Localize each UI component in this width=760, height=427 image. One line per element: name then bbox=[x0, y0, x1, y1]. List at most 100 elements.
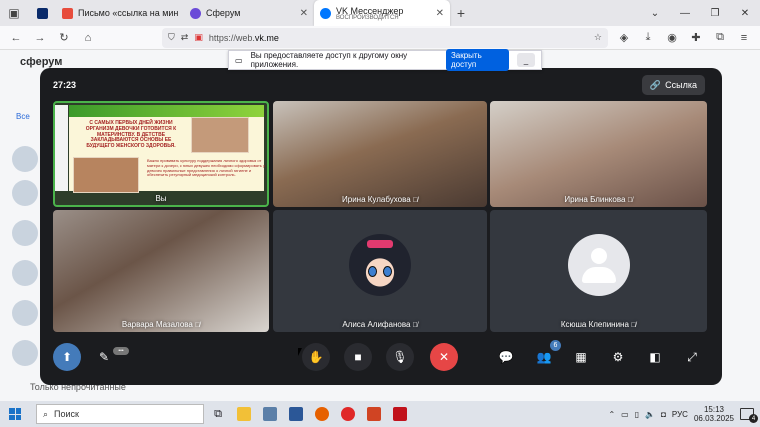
participant-tile-self[interactable]: С САМЫХ ПЕРВЫХ ДНЕЙ ЖИЗНИ ОРГАНИЗМ ДЕВОЧ… bbox=[53, 101, 269, 207]
microphone-button[interactable]: 🎙 bbox=[386, 343, 414, 371]
participant-tile[interactable]: Ксюша Клепинина 🎙̸ bbox=[490, 210, 707, 332]
pip-icon: ◧ bbox=[649, 350, 661, 364]
menu-hamburger-icon[interactable]: ≡ bbox=[734, 28, 754, 48]
url-prefix: https://web. bbox=[208, 32, 255, 43]
avatar-eye bbox=[383, 266, 392, 277]
chat-avatar[interactable] bbox=[12, 260, 38, 286]
forward-arrow-icon[interactable]: → bbox=[30, 28, 50, 48]
screen-share-button[interactable]: ⬆ bbox=[53, 343, 81, 371]
participant-tile[interactable]: Ирина Блинкова 🎙̸ bbox=[490, 101, 707, 207]
vk-favicon-icon bbox=[320, 7, 331, 19]
tab-overview-icon[interactable]: ▣ bbox=[0, 0, 28, 26]
word-icon[interactable] bbox=[284, 402, 308, 426]
slide-toolbar bbox=[55, 105, 68, 191]
screen: ▣ Письмо «ссылка на минутки б Сферум ✕ V… bbox=[0, 0, 760, 427]
tab-mail-title: Письмо «ссылка на минутки б bbox=[78, 8, 178, 18]
chat-avatar[interactable] bbox=[12, 340, 38, 366]
participant-tile[interactable]: Алиса Алифанова 🎙̸ bbox=[273, 210, 487, 332]
maximize-icon[interactable]: ❐ bbox=[700, 0, 730, 26]
chat-avatar[interactable] bbox=[12, 180, 38, 206]
remote-desktop-icon[interactable] bbox=[258, 402, 282, 426]
notifications-count: 4 bbox=[749, 414, 758, 423]
permissions-icon[interactable]: ⇄ bbox=[181, 32, 189, 43]
account-icon[interactable]: ◉ bbox=[662, 28, 682, 48]
mail-favicon-icon bbox=[62, 7, 73, 19]
tab-vk-messenger[interactable]: VK Мессенджер ВОСПРОИЗВОДИТСЯ ✕ bbox=[314, 0, 450, 26]
network-icon[interactable]: ▭ bbox=[621, 410, 629, 419]
camera-button[interactable]: ■ bbox=[344, 343, 372, 371]
clock-date: 06.03.2025 bbox=[693, 414, 734, 423]
download-icon[interactable]: ⤓ bbox=[638, 28, 658, 48]
settings-button[interactable]: ⚙ bbox=[604, 343, 632, 371]
url-text: https://web.vk.me bbox=[209, 33, 279, 43]
home-icon[interactable]: ⌂ bbox=[78, 28, 98, 48]
mic-off-icon: 🎙̸ bbox=[412, 197, 418, 204]
shield-icon[interactable]: ⛉ bbox=[168, 32, 175, 43]
battery-icon[interactable]: ▯ bbox=[635, 410, 639, 419]
participant-label: Ирина Кулабухова 🎙̸ bbox=[273, 195, 487, 204]
chat-avatar[interactable] bbox=[12, 300, 38, 326]
clock-time: 15:13 bbox=[703, 404, 724, 414]
tab-close-icon[interactable]: ✕ bbox=[436, 8, 444, 19]
participants-button[interactable]: 👥 6 bbox=[530, 340, 561, 371]
reload-icon[interactable]: ↻ bbox=[54, 28, 74, 48]
tab-close-icon[interactable]: ✕ bbox=[300, 8, 308, 19]
back-arrow-icon[interactable]: ← bbox=[6, 28, 26, 48]
speaker-icon[interactable]: 🔈 bbox=[645, 410, 655, 419]
chat-avatar[interactable] bbox=[12, 220, 38, 246]
windows-start-icon[interactable] bbox=[6, 405, 24, 423]
bookmark-star-icon[interactable]: ☆ bbox=[594, 32, 602, 43]
participant-tile[interactable]: Варвара Мазалова 🎙̸ bbox=[53, 210, 269, 332]
browser-tabstrip: ▣ Письмо «ссылка на минутки б Сферум ✕ V… bbox=[0, 0, 760, 26]
participant-label: Ксюша Клепинина 🎙̸ bbox=[490, 320, 707, 329]
extension-icon[interactable]: ✚ bbox=[686, 28, 706, 48]
participant-label: Ирина Блинкова 🎙̸ bbox=[490, 195, 707, 204]
notifications-icon[interactable]: 4 bbox=[740, 408, 758, 423]
chat-button[interactable]: 💬 bbox=[492, 343, 520, 371]
sferum-favicon-icon bbox=[190, 7, 201, 19]
filter-tab-all[interactable]: Все bbox=[16, 112, 30, 121]
copy-link-button[interactable]: 🔗 Ссылка bbox=[641, 75, 705, 95]
firefox-icon[interactable] bbox=[310, 402, 334, 426]
vk-pinned-tab[interactable] bbox=[28, 0, 56, 26]
clock[interactable]: 15:13 06.03.2025 bbox=[694, 405, 734, 423]
participant-name: Варвара Мазалова bbox=[121, 320, 193, 329]
stop-sharing-button[interactable]: Закрыть доступ bbox=[445, 49, 509, 71]
minimize-icon[interactable]: — bbox=[670, 0, 700, 26]
chat-avatar[interactable] bbox=[12, 146, 38, 172]
tab-sferum[interactable]: Сферум ✕ bbox=[184, 0, 314, 26]
fullscreen-button[interactable]: ⤢ bbox=[678, 343, 706, 371]
address-bar[interactable]: ⛉ ⇄ ▣ https://web.vk.me ☆ bbox=[162, 27, 608, 48]
gear-icon: ⚙ bbox=[612, 350, 624, 364]
taskbar-search[interactable]: ⌕ Поиск bbox=[36, 404, 204, 424]
hide-bar-button[interactable]: _ bbox=[516, 53, 535, 67]
share-message: Вы предоставляете доступ к другому окну … bbox=[250, 51, 408, 69]
participant-label: Варвара Мазалова 🎙̸ bbox=[53, 320, 269, 329]
layout-button[interactable]: ▦ bbox=[567, 343, 595, 371]
language-indicator[interactable]: РУС bbox=[672, 410, 688, 419]
screen-share-icon[interactable]: ▣ bbox=[194, 32, 203, 43]
yandex-browser-icon[interactable] bbox=[336, 402, 360, 426]
windows-taskbar: ⌕ Поиск ⧉ ⌃ ▭ ▯ 🔈 ◘ РУС 15:13 06.03.2025… bbox=[0, 401, 760, 427]
new-tab-button[interactable]: + bbox=[450, 0, 472, 26]
layout-grid-icon: ▦ bbox=[575, 350, 587, 364]
slide-header-band bbox=[69, 105, 264, 117]
tray-chevron-up-icon[interactable]: ⌃ bbox=[608, 410, 615, 419]
file-explorer-icon[interactable] bbox=[232, 402, 256, 426]
tab-mail[interactable]: Письмо «ссылка на минутки б bbox=[56, 0, 184, 26]
anime-avatar bbox=[349, 234, 411, 296]
camera-tray-icon[interactable]: ◘ bbox=[661, 410, 666, 419]
acrobat-icon[interactable] bbox=[388, 402, 412, 426]
participant-tile[interactable]: Ирина Кулабухова 🎙̸ bbox=[273, 101, 487, 207]
close-window-icon[interactable]: ✕ bbox=[730, 0, 760, 26]
task-view-icon[interactable]: ⧉ bbox=[206, 402, 230, 426]
tab-list-chevron-icon[interactable]: ⌄ bbox=[640, 0, 670, 26]
raise-hand-button[interactable]: ✋ bbox=[302, 343, 330, 371]
url-domain: vk.me bbox=[254, 32, 279, 43]
participant-name: Вы bbox=[155, 194, 167, 203]
picture-in-picture-button[interactable]: ◧ bbox=[641, 343, 669, 371]
end-call-button[interactable]: ✕ bbox=[430, 343, 458, 371]
extensions-puzzle-icon[interactable]: ⧉ bbox=[710, 28, 730, 48]
powerpoint-icon[interactable] bbox=[362, 402, 386, 426]
pocket-icon[interactable]: ◈ bbox=[614, 28, 634, 48]
